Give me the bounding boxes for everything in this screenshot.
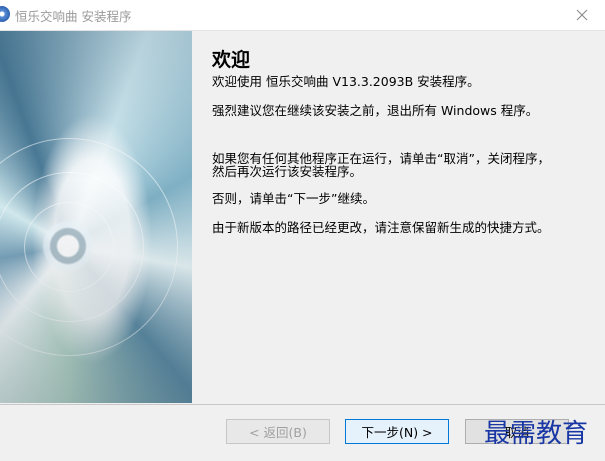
watermark-logo: 最需教育	[484, 419, 589, 449]
cd-icon	[0, 6, 10, 22]
cancel-instruction-text: 如果您有任何其他程序正在运行，请单击“取消”，关闭程序，然后再次运行该安装程序。	[212, 151, 550, 179]
page-title: 欢迎	[212, 49, 251, 71]
intro-text: 欢迎使用 恒乐交响曲 V13.3.2093B 安装程序。	[212, 74, 480, 89]
continue-instruction-text: 否则，请单击“下一步”继续。	[212, 191, 375, 206]
advice-text: 强烈建议您在继续该安装之前，退出所有 Windows 程序。	[212, 103, 539, 118]
close-icon	[576, 9, 588, 21]
footer-divider	[0, 404, 605, 405]
cd-banner-image	[0, 31, 192, 403]
close-button[interactable]	[559, 0, 605, 30]
next-button[interactable]: 下一步(N) >	[345, 419, 449, 444]
back-button[interactable]: < 返回(B)	[226, 419, 330, 444]
title-bar: 恒乐交响曲 安装程序	[0, 0, 605, 31]
window-title: 恒乐交响曲 安装程序	[15, 9, 132, 24]
wizard-body: 欢迎 欢迎使用 恒乐交响曲 V13.3.2093B 安装程序。 强烈建议您在继续…	[0, 31, 605, 403]
shortcut-notice-text: 由于新版本的路径已经更改，请注意保留新生成的快捷方式。	[212, 220, 550, 235]
